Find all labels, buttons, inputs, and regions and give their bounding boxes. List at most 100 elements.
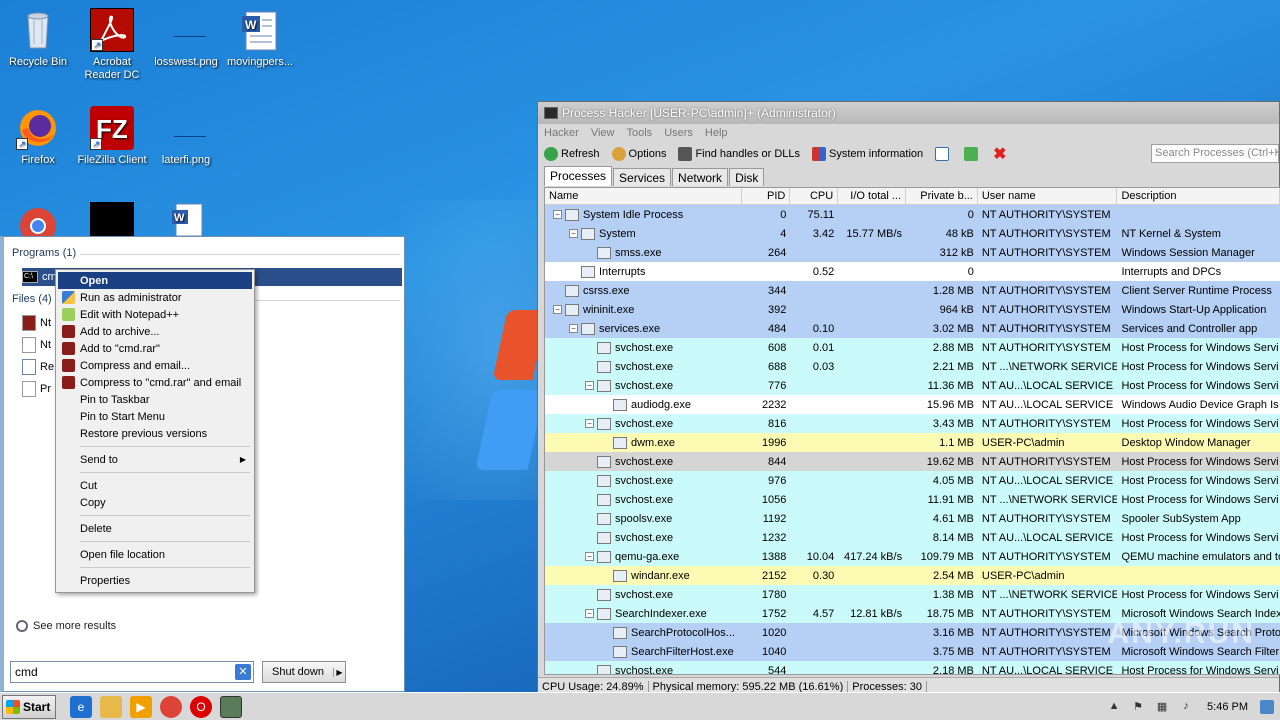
options-button[interactable]: Options bbox=[611, 147, 666, 161]
menu-item-pin-taskbar[interactable]: Pin to Taskbar bbox=[58, 391, 252, 408]
menu-tools[interactable]: Tools bbox=[627, 127, 653, 139]
menu-item-notepadpp[interactable]: Edit with Notepad++ bbox=[58, 306, 252, 323]
menu-item-open-location[interactable]: Open file location bbox=[58, 546, 252, 563]
table-row[interactable]: svchost.exe 544 2.18 MB NT AU...\LOCAL SERV… bbox=[545, 661, 1280, 674]
table-row[interactable]: svchost.exe 976 4.05 MB NT AU...\LOCAL SERV… bbox=[545, 471, 1280, 490]
chrome-icon[interactable] bbox=[160, 695, 182, 718]
menu-item-run-as-admin[interactable]: Run as administrator bbox=[58, 289, 252, 306]
desktop-icon-recycle-bin[interactable]: Recycle Bin bbox=[0, 8, 76, 69]
table-row[interactable]: Interrupts 0.52 0 Interrupts and DPCs bbox=[545, 262, 1280, 281]
collapse-toggle-icon[interactable]: − bbox=[585, 381, 594, 390]
menu-item-properties[interactable]: Properties bbox=[58, 572, 252, 589]
network-icon[interactable]: ▦ bbox=[1155, 700, 1169, 714]
table-row[interactable]: spoolsv.exe 1192 4.61 MB NT AUTHORITY\SYSTE… bbox=[545, 509, 1280, 528]
menu-item-send-to[interactable]: Send to ▶ bbox=[58, 451, 252, 468]
file-item[interactable]: Nt bbox=[22, 336, 51, 354]
menu-hacker[interactable]: Hacker bbox=[544, 127, 579, 139]
opera-icon[interactable]: O bbox=[190, 695, 212, 718]
flag-icon[interactable]: ⚑ bbox=[1131, 700, 1145, 714]
table-row[interactable]: − services.exe 484 0.10 3.02 MB NT AUTHORITY\… bbox=[545, 319, 1280, 338]
media-player-icon[interactable]: ▶ bbox=[130, 695, 152, 718]
desktop-icon-worddoc[interactable]: W bbox=[148, 202, 224, 240]
tab-disk[interactable]: Disk bbox=[729, 168, 765, 186]
collapse-toggle-icon[interactable]: − bbox=[585, 609, 594, 618]
desktop-icon-movingpers[interactable]: W movingpers... bbox=[222, 8, 298, 69]
table-row[interactable]: − svchost.exe 776 11.36 MB NT AU...\LOCAL SE… bbox=[545, 376, 1280, 395]
column-header-cpu[interactable]: CPU bbox=[790, 188, 839, 204]
file-item[interactable]: Re bbox=[22, 358, 54, 376]
table-row[interactable]: svchost.exe 1780 1.38 MB NT ...\NETWORK SER… bbox=[545, 585, 1280, 604]
table-row[interactable]: svchost.exe 1232 8.14 MB NT AU...\LOCAL SER… bbox=[545, 528, 1280, 547]
window-button[interactable] bbox=[935, 147, 952, 161]
file-item[interactable]: Pr bbox=[22, 380, 51, 398]
column-header-description[interactable]: Description bbox=[1117, 188, 1280, 204]
menu-item-open[interactable]: Open bbox=[58, 272, 252, 289]
collapse-toggle-icon[interactable]: − bbox=[585, 552, 594, 561]
explorer-icon[interactable] bbox=[100, 695, 122, 718]
start-search-input[interactable]: cmd ✕ bbox=[10, 661, 254, 683]
process-hacker-taskbar-icon[interactable] bbox=[220, 695, 242, 718]
table-row[interactable]: − System 4 3.42 15.77 MB/s 48 kB NT AUTHORITY\… bbox=[545, 224, 1280, 243]
see-more-results[interactable]: See more results bbox=[16, 620, 116, 632]
tab-processes[interactable]: Processes bbox=[544, 166, 613, 186]
table-row[interactable]: svchost.exe 1056 11.91 MB NT ...\NETWORK SE… bbox=[545, 490, 1280, 509]
table-row[interactable]: − svchost.exe 816 3.43 MB NT AUTHORITY\SYSTE… bbox=[545, 414, 1280, 433]
column-header-name[interactable]: Name bbox=[545, 188, 743, 204]
shutdown-arrow-icon[interactable]: ▶ bbox=[333, 667, 345, 677]
column-header-io[interactable]: I/O total ... bbox=[838, 188, 907, 204]
desktop-icon-terminal[interactable] bbox=[74, 202, 150, 240]
start-button[interactable]: Start bbox=[2, 694, 56, 719]
table-row[interactable]: − wininit.exe 392 964 kB NT AUTHORITY\SYSTEM… bbox=[545, 300, 1280, 319]
menu-item-add-cmd-rar[interactable]: Add to "cmd.rar" bbox=[58, 340, 252, 357]
table-row[interactable]: − System Idle Process 0 75.11 0 NT AUTHORITY\… bbox=[545, 205, 1280, 224]
desktop-icon-acrobat[interactable]: ↗ Acrobat Reader DC bbox=[74, 8, 150, 82]
shutdown-button[interactable]: Shut down ▶ bbox=[262, 661, 346, 683]
column-header-user[interactable]: User name bbox=[978, 188, 1118, 204]
menu-item-add-archive[interactable]: Add to archive... bbox=[58, 323, 252, 340]
show-desktop-button[interactable] bbox=[1260, 700, 1274, 714]
table-row[interactable]: svchost.exe 688 0.03 2.21 MB NT ...\NETWORK … bbox=[545, 357, 1280, 376]
menu-item-restore-versions[interactable]: Restore previous versions bbox=[58, 425, 252, 442]
menu-item-compress-cmd-email[interactable]: Compress to "cmd.rar" and email bbox=[58, 374, 252, 391]
table-row[interactable]: dwm.exe 1996 1.1 MB USER-PC\admin Desktop Wi… bbox=[545, 433, 1280, 452]
collapse-toggle-icon[interactable]: − bbox=[569, 229, 578, 238]
refresh-button[interactable]: Refresh bbox=[544, 147, 600, 161]
table-row[interactable]: svchost.exe 608 0.01 2.88 MB NT AUTHORITY\SY… bbox=[545, 338, 1280, 357]
clock[interactable]: 5:46 PM bbox=[1207, 701, 1248, 713]
desktop-icon-laterfi[interactable]: laterfi.png bbox=[148, 106, 224, 167]
desktop-icon-firefox[interactable]: ↗ Firefox bbox=[0, 106, 76, 167]
desktop-icon-losswest[interactable]: losswest.png bbox=[148, 8, 224, 69]
menu-item-pin-start[interactable]: Pin to Start Menu bbox=[58, 408, 252, 425]
table-row[interactable]: smss.exe 264 312 kB NT AUTHORITY\SYSTEM Wind… bbox=[545, 243, 1280, 262]
collapse-toggle-icon[interactable]: − bbox=[553, 210, 562, 219]
collapse-toggle-icon[interactable]: − bbox=[569, 324, 578, 333]
tab-network[interactable]: Network bbox=[672, 168, 729, 186]
file-item[interactable]: Nt bbox=[22, 314, 51, 332]
table-row[interactable]: − qemu-ga.exe 1388 10.04 417.24 kB/s 109.79 M… bbox=[545, 547, 1280, 566]
system-info-button[interactable]: System information bbox=[812, 147, 923, 161]
menu-item-delete[interactable]: Delete bbox=[58, 520, 252, 537]
table-row[interactable]: audiodg.exe 2232 15.96 MB NT AU...\LOCAL SE… bbox=[545, 395, 1280, 414]
menu-item-compress-email[interactable]: Compress and email... bbox=[58, 357, 252, 374]
collapse-toggle-icon[interactable]: − bbox=[585, 419, 594, 428]
menu-item-cut[interactable]: Cut bbox=[58, 477, 252, 494]
menu-help[interactable]: Help bbox=[705, 127, 728, 139]
window-title-bar[interactable]: Process Hacker [USER-PC\admin]+ (Adminis… bbox=[538, 102, 1279, 124]
ie-icon[interactable]: e bbox=[70, 695, 92, 718]
menu-users[interactable]: Users bbox=[664, 127, 693, 139]
go-button[interactable] bbox=[964, 147, 981, 161]
find-handles-button[interactable]: Find handles or DLLs bbox=[678, 147, 800, 161]
terminate-button[interactable]: ✖ bbox=[993, 144, 1006, 164]
column-header-private-bytes[interactable]: Private b... bbox=[906, 188, 978, 204]
volume-icon[interactable]: ♪ bbox=[1179, 700, 1193, 714]
tab-services[interactable]: Services bbox=[613, 168, 672, 186]
table-row[interactable]: csrss.exe 344 1.28 MB NT AUTHORITY\SYSTEM Cl… bbox=[545, 281, 1280, 300]
menu-item-copy[interactable]: Copy bbox=[58, 494, 252, 511]
menu-view[interactable]: View bbox=[591, 127, 615, 139]
desktop-icon-filezilla[interactable]: FZ ↗ FileZilla Client bbox=[74, 106, 150, 167]
clear-search-icon[interactable]: ✕ bbox=[235, 664, 251, 680]
collapse-toggle-icon[interactable]: − bbox=[553, 305, 562, 314]
table-row[interactable]: windanr.exe 2152 0.30 2.54 MB USER-PC\admin bbox=[545, 566, 1280, 585]
table-row[interactable]: svchost.exe 844 19.62 MB NT AUTHORITY\SYSTE… bbox=[545, 452, 1280, 471]
process-search-input[interactable]: Search Processes (Ctrl+K) bbox=[1151, 144, 1279, 163]
